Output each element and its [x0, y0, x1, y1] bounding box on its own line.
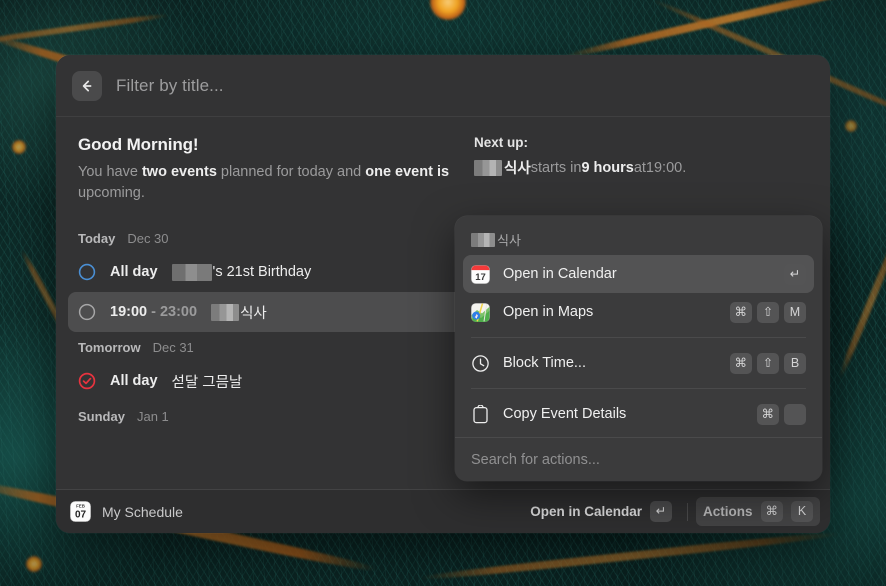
redacted-name — [471, 232, 495, 247]
maps-icon — [471, 302, 490, 322]
check-circle-red-icon — [78, 372, 96, 390]
footer-divider — [686, 502, 688, 521]
actions-menu-list: 17 Open in Calendar ↵ Open in Maps ⌘ ⇧ M… — [455, 255, 822, 433]
calendar-icon-day: 07 — [75, 510, 87, 521]
next-up-heading: Next up: — [474, 135, 528, 150]
event-title: 섣달 그믐날 — [171, 374, 243, 391]
event-title: 's 21st Birthday — [171, 263, 312, 281]
greeting-mid: planned for today and — [216, 164, 366, 180]
footer-actions-button[interactable]: Actions ⌘ K — [695, 497, 820, 526]
menu-item-label: Open in Maps — [503, 304, 594, 320]
next-up-time: 19:00. — [645, 159, 687, 176]
menu-item-label: Copy Event Details — [503, 406, 627, 422]
actions-popup: 식사 17 Open in Calendar ↵ Open in Maps ⌘ … — [455, 216, 822, 481]
next-up-title: 식사 — [504, 161, 531, 177]
actions-search-input[interactable]: Search for actions... — [455, 437, 822, 481]
menu-item-shortcut: ⌘ ⇧ M — [729, 301, 806, 323]
extra-key — [784, 403, 806, 425]
svg-text:17: 17 — [475, 272, 486, 283]
clock-icon — [472, 354, 489, 372]
greeting-area: Good Morning! You have two events planne… — [56, 117, 830, 209]
next-up-duration: 9 hours — [581, 159, 634, 176]
menu-item-label: Open in Calendar — [503, 266, 617, 282]
calendar-17-icon: 17 — [471, 264, 490, 284]
menu-item-shortcut: ↵ — [784, 263, 806, 285]
greeting-suffix: upcoming. — [78, 184, 145, 201]
section-day: Tomorrow — [78, 340, 141, 356]
section-date: Dec 30 — [127, 231, 169, 247]
return-key: ↵ — [784, 263, 806, 285]
event-time: 19:00 - 23:00 — [110, 304, 197, 320]
menu-item-block-time[interactable]: Block Time... ⌘ ⇧ B — [463, 344, 814, 382]
circle-outline-blue-icon — [78, 263, 96, 281]
actions-popup-title: 식사 — [497, 233, 521, 248]
next-up-at: at — [633, 159, 646, 176]
command-key: ⌘ — [729, 352, 752, 374]
footer-bar: FEB 07 My Schedule Open in Calendar ↵ Ac… — [56, 489, 830, 533]
greeting-prefix: You have — [78, 164, 142, 180]
event-time: All day — [110, 373, 158, 390]
menu-item-open-in-calendar[interactable]: 17 Open in Calendar ↵ — [463, 255, 814, 293]
event-title-text: 식사 — [240, 305, 267, 322]
event-title-text: 's 21st Birthday — [212, 264, 312, 281]
menu-separator — [471, 337, 806, 338]
command-key: ⌘ — [760, 501, 783, 522]
search-input[interactable]: Filter by title... — [116, 76, 814, 96]
menu-item-shortcut: ⌘ ⇧ B — [729, 352, 806, 374]
arrow-left-icon — [82, 80, 92, 91]
menu-item-shortcut: ⌘ — [756, 403, 806, 425]
k-key: K — [791, 501, 813, 522]
event-time-start: 19:00 — [110, 304, 148, 321]
shift-key: ⇧ — [757, 301, 779, 323]
greeting-title: Good Morning! — [78, 135, 199, 154]
clipboard-icon — [473, 404, 488, 423]
actions-popup-header: 식사 — [455, 216, 822, 255]
search-bar: Filter by title... — [56, 55, 830, 117]
menu-item-open-in-maps[interactable]: Open in Maps ⌘ ⇧ M — [463, 293, 814, 331]
greeting-summary: You have two events planned for today an… — [78, 162, 468, 203]
section-day: Sunday — [78, 409, 125, 425]
footer-primary-action[interactable]: Open in Calendar ↵ — [523, 497, 679, 526]
section-day: Today — [78, 231, 116, 247]
redacted-name — [474, 159, 502, 176]
calendar-app-icon: FEB 07 — [70, 501, 91, 522]
footer-app-identity: FEB 07 My Schedule — [70, 501, 183, 522]
next-up-block: Next up: 식사 starts in 9 hours at 19:00. — [468, 135, 686, 203]
next-up-mid: starts in — [530, 159, 582, 176]
menu-item-label: Block Time... — [503, 355, 586, 371]
return-key: ↵ — [649, 501, 672, 522]
greeting-bold-upcoming: one event is — [365, 164, 450, 180]
footer-app-name: My Schedule — [102, 503, 183, 520]
section-date: Dec 31 — [152, 340, 194, 356]
menu-separator — [471, 388, 806, 389]
event-time: All day — [110, 264, 158, 281]
next-up-detail: 식사 starts in 9 hours at 19:00. — [474, 157, 686, 178]
b-key: B — [784, 352, 806, 374]
calendar-icon-month: FEB — [76, 504, 85, 509]
section-date: Jan 1 — [136, 409, 169, 425]
circle-outline-gray-icon — [78, 304, 96, 321]
greeting-bold-events: two events — [141, 164, 217, 180]
redacted-name — [211, 303, 240, 321]
m-key: M — [784, 301, 806, 323]
command-key: ⌘ — [756, 403, 779, 425]
shift-key: ⇧ — [757, 352, 779, 374]
event-time-end: - 23:00 — [147, 304, 198, 321]
command-key: ⌘ — [729, 301, 752, 323]
menu-item-copy-event-details[interactable]: Copy Event Details ⌘ — [463, 395, 814, 433]
footer-actions-label: Actions — [702, 504, 753, 519]
back-button[interactable] — [72, 70, 102, 101]
footer-primary-action-label: Open in Calendar — [530, 504, 642, 519]
event-title: 식사 — [211, 302, 267, 323]
greeting-block: Good Morning! You have two events planne… — [78, 135, 468, 203]
redacted-name — [171, 263, 212, 281]
